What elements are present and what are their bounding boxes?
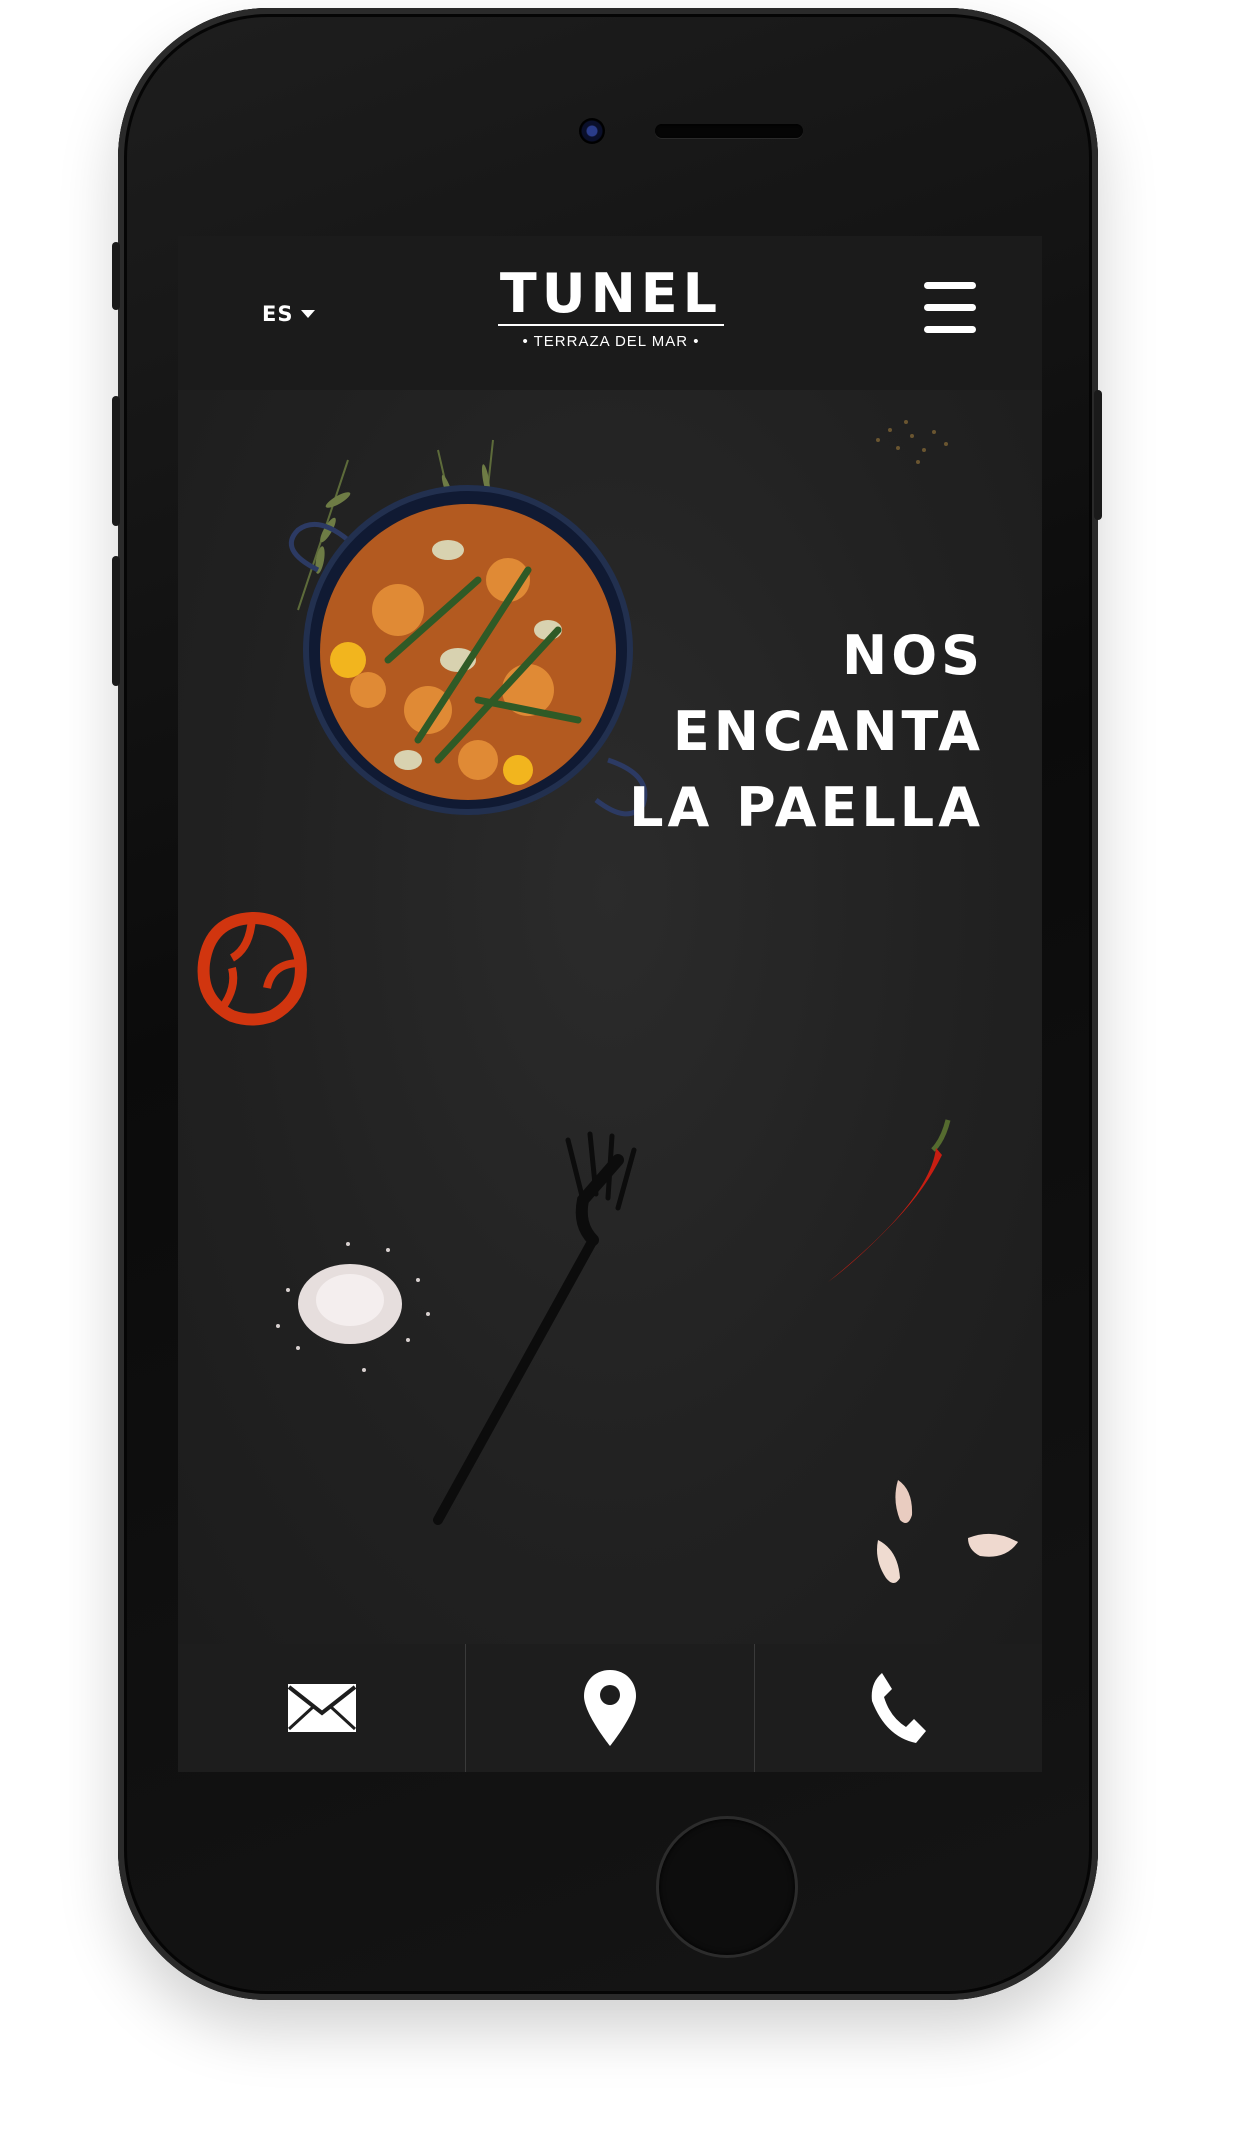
headline-line-1: NOS xyxy=(842,624,984,687)
location-button[interactable] xyxy=(466,1644,755,1772)
caret-down-icon xyxy=(301,310,316,318)
side-button-silent xyxy=(112,242,120,310)
side-button-volume-down xyxy=(112,556,120,686)
language-label: ES xyxy=(262,302,294,326)
salt-pile-image xyxy=(276,1242,430,1372)
side-button-power xyxy=(1094,390,1102,520)
language-selector[interactable]: ES xyxy=(262,302,316,326)
home-button[interactable] xyxy=(656,1816,798,1958)
bottom-nav xyxy=(178,1644,1042,1772)
earpiece-speaker xyxy=(655,124,803,138)
hamburger-menu-icon[interactable] xyxy=(924,282,976,334)
hero-section: NOS ENCANTA LA PAELLA xyxy=(178,390,1042,1644)
garlic-cloves-image xyxy=(877,1480,1018,1583)
pepper-seeds-image xyxy=(876,420,948,464)
hero-headline: NOS ENCANTA LA PAELLA xyxy=(629,618,984,846)
logo-title: TUNEL xyxy=(498,262,724,326)
email-button[interactable] xyxy=(178,1644,467,1772)
red-chili-image xyxy=(828,1119,951,1282)
phone-button[interactable] xyxy=(755,1644,1042,1772)
envelope-icon xyxy=(287,1684,356,1732)
app-screen: ES TUNEL • TERRAZA DEL MAR • NOS ENCANTA… xyxy=(178,236,1042,1772)
red-pepper-ring-image xyxy=(197,911,307,1026)
side-button-volume-up xyxy=(112,396,120,526)
headline-line-3: LA PAELLA xyxy=(629,776,984,839)
logo-subtitle: • TERRAZA DEL MAR • xyxy=(522,333,700,350)
headline-line-2: ENCANTA xyxy=(672,700,984,763)
paella-pan-image xyxy=(288,485,648,817)
fork-image xyxy=(433,1131,637,1525)
brand-logo[interactable]: TUNEL • TERRAZA DEL MAR • xyxy=(498,266,724,350)
app-header: ES TUNEL • TERRAZA DEL MAR • xyxy=(178,236,1042,390)
front-camera xyxy=(579,118,605,144)
phone-icon xyxy=(872,1673,927,1743)
location-pin-icon xyxy=(583,1670,636,1746)
